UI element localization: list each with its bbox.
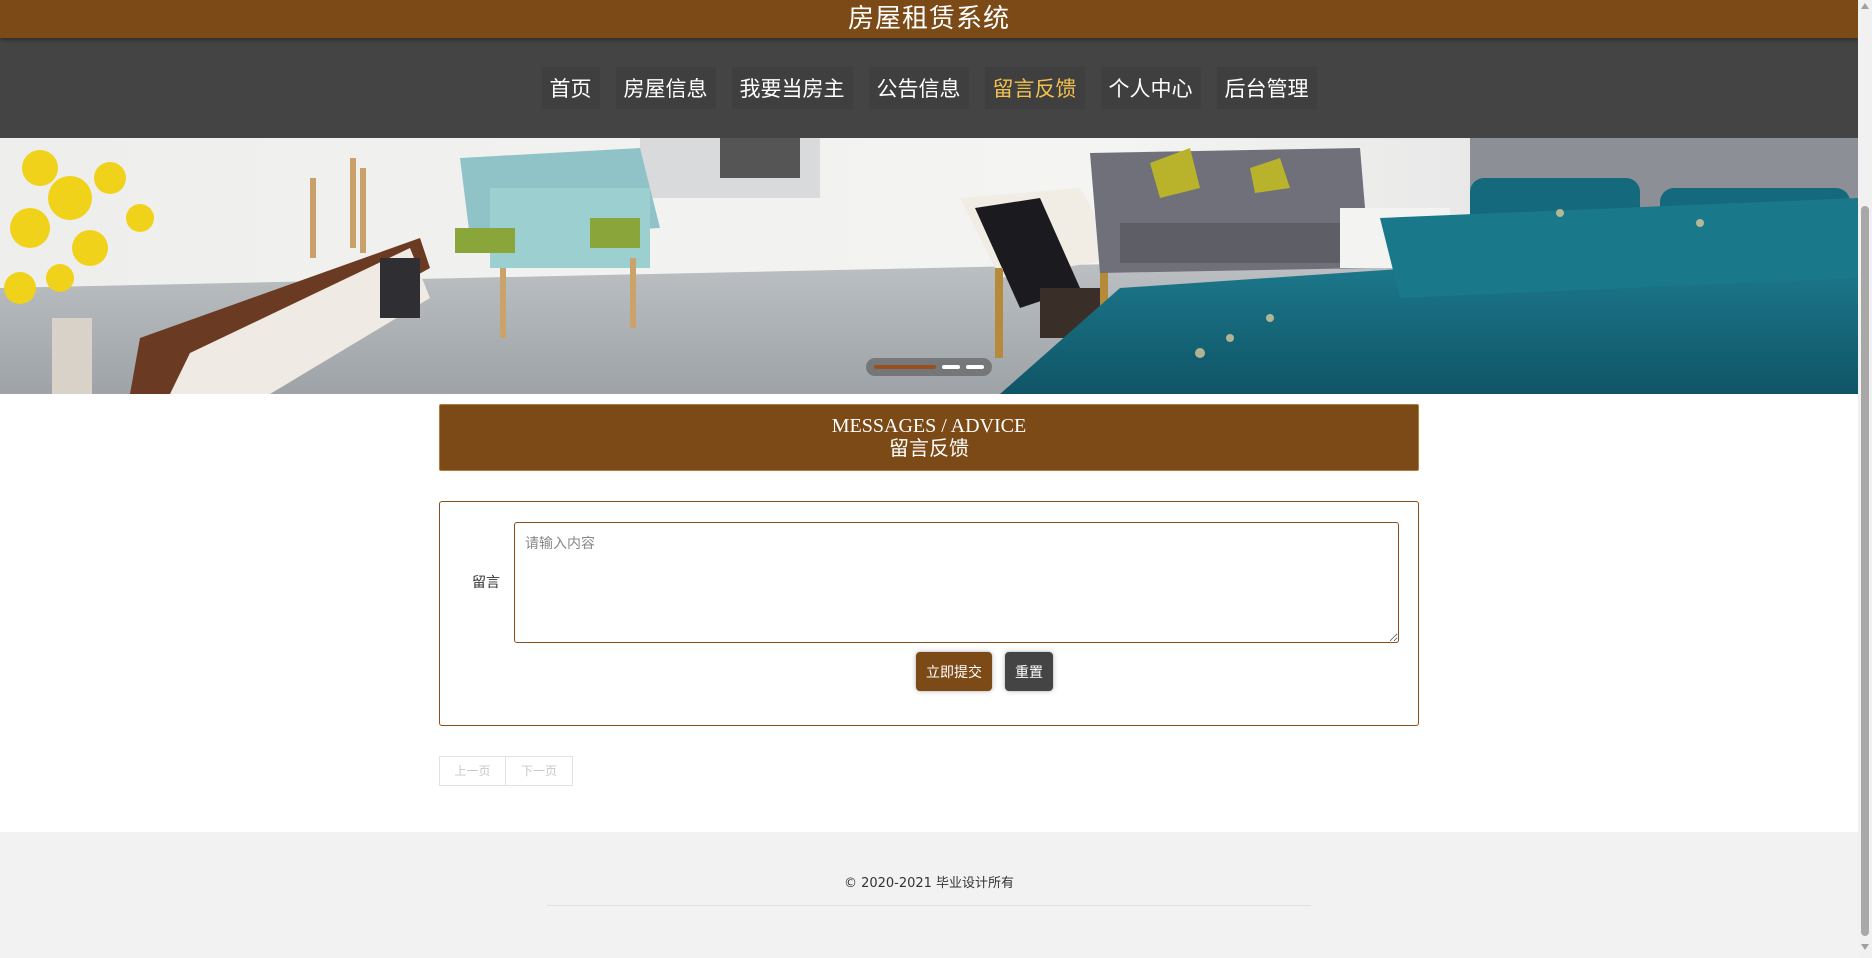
message-label: 留言 [472,575,500,591]
carousel-dot-1[interactable] [874,365,936,369]
nav-item-feedback[interactable]: 留言反馈 [984,67,1085,109]
footer-divider [547,905,1311,906]
prev-page-button[interactable]: 上一页 [439,756,506,786]
message-textarea[interactable] [514,522,1399,643]
scrollbar-thumb[interactable] [1861,206,1869,936]
nav-item-personal-center[interactable]: 个人中心 [1100,67,1201,109]
feedback-form: 留言 立即提交 重置 [439,501,1419,726]
section-title-cn: 留言反馈 [889,438,969,460]
nav-item-home[interactable]: 首页 [541,67,600,109]
banner-carousel[interactable] [0,138,1858,394]
section-title-en: MESSAGES / ADVICE [831,415,1027,437]
pagination: 上一页 下一页 [439,756,573,786]
vertical-scrollbar[interactable] [1858,0,1872,958]
carousel-dot-3[interactable] [966,365,984,369]
next-page-button[interactable]: 下一页 [506,756,573,786]
footer: © 2020-2021 毕业设计所有 [0,832,1858,958]
carousel-indicators [866,358,992,376]
nav-item-become-landlord[interactable]: 我要当房主 [731,67,853,109]
nav-item-admin[interactable]: 后台管理 [1216,67,1317,109]
submit-button[interactable]: 立即提交 [916,652,992,691]
page: 房屋租赁系统 首页 房屋信息 我要当房主 公告信息 留言反馈 个人中心 后台管理 [0,0,1858,958]
nav-item-house-info[interactable]: 房屋信息 [615,67,716,109]
copyright-text: © 2020-2021 毕业设计所有 [843,876,1015,891]
nav-item-announcements[interactable]: 公告信息 [868,67,969,109]
title-bar: 房屋租赁系统 [0,0,1858,38]
carousel-dot-2[interactable] [942,365,960,369]
scroll-up-arrow-icon[interactable] [1861,3,1869,9]
scroll-down-arrow-icon[interactable] [1861,944,1869,950]
reset-button[interactable]: 重置 [1005,652,1053,691]
banner-image [0,138,1858,394]
site-title: 房屋租赁系统 [847,4,1010,34]
section-header: MESSAGES / ADVICE 留言反馈 [439,404,1419,471]
main-nav: 首页 房屋信息 我要当房主 公告信息 留言反馈 个人中心 后台管理 [0,38,1858,138]
